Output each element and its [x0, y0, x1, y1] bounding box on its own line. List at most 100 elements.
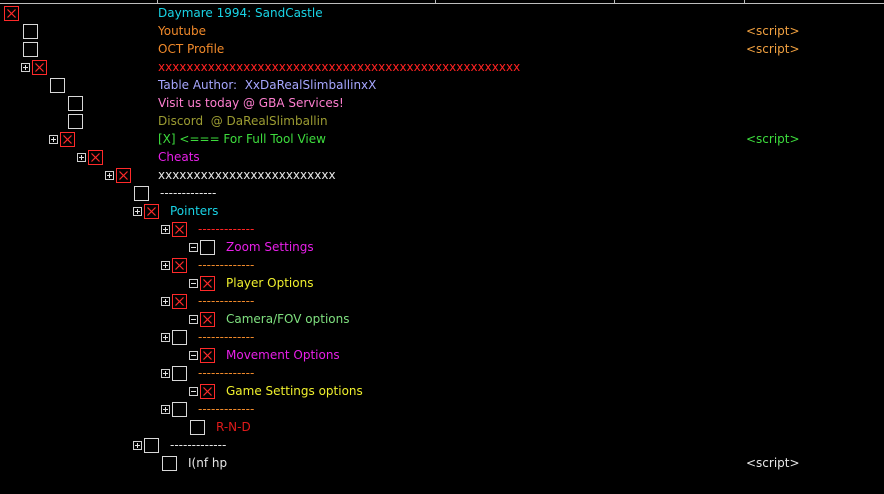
- active-checkbox[interactable]: [23, 42, 38, 57]
- collapse-icon[interactable]: [189, 315, 198, 324]
- table-row[interactable]: -------------: [0, 185, 884, 203]
- expand-icon[interactable]: [161, 261, 170, 270]
- row-description: OCT Profile: [158, 42, 225, 56]
- table-row[interactable]: xxxxxxxxxxxxxxxxxxxxxxxxx: [0, 167, 884, 185]
- script-tag: <script>: [746, 456, 800, 470]
- row-description: xxxxxxxxxxxxxxxxxxxxxxxxxxxxxxxxxxxxxxxx…: [158, 60, 521, 74]
- row-description: -------------: [198, 222, 255, 236]
- active-checkbox[interactable]: [68, 114, 83, 129]
- active-checkbox[interactable]: [88, 150, 103, 165]
- row-description: I(nf hp: [188, 456, 228, 470]
- table-row[interactable]: -------------: [0, 365, 884, 383]
- table-row[interactable]: I(nf hp <script>: [0, 455, 884, 473]
- collapse-icon[interactable]: [189, 387, 198, 396]
- table-row[interactable]: Movement Options: [0, 347, 884, 365]
- collapse-icon[interactable]: [189, 243, 198, 252]
- header-divider[interactable]: [614, 0, 615, 4]
- row-description: -------------: [198, 258, 255, 272]
- row-description: xxxxxxxxxxxxxxxxxxxxxxxxx: [158, 168, 336, 182]
- table-row[interactable]: -------------: [0, 437, 884, 455]
- checked-x-icon: [203, 315, 212, 324]
- row-description: -------------: [198, 402, 255, 416]
- active-checkbox[interactable]: [116, 168, 131, 183]
- table-row[interactable]: -------------: [0, 257, 884, 275]
- active-checkbox[interactable]: [190, 420, 205, 435]
- table-row[interactable]: Pointers: [0, 203, 884, 221]
- row-description: Zoom Settings: [226, 240, 314, 254]
- row-description: -------------: [170, 438, 227, 452]
- row-description: [X] <=== For Full Tool View: [158, 132, 326, 146]
- expand-icon[interactable]: [161, 225, 170, 234]
- active-checkbox[interactable]: [144, 204, 159, 219]
- table-row[interactable]: Daymare 1994: SandCastle: [0, 5, 884, 23]
- expand-icon[interactable]: [49, 135, 58, 144]
- active-checkbox[interactable]: [200, 276, 215, 291]
- active-checkbox[interactable]: [172, 330, 187, 345]
- row-description: Daymare 1994: SandCastle: [158, 6, 323, 20]
- header-divider[interactable]: [435, 0, 436, 4]
- active-checkbox[interactable]: [134, 186, 149, 201]
- expand-icon[interactable]: [161, 333, 170, 342]
- expand-icon[interactable]: [133, 207, 142, 216]
- row-description: Visit us today @ GBA Services!: [158, 96, 344, 110]
- checked-x-icon: [63, 135, 72, 144]
- header-divider[interactable]: [744, 0, 745, 4]
- table-row[interactable]: [X] <=== For Full Tool View <script>: [0, 131, 884, 149]
- active-checkbox[interactable]: [50, 78, 65, 93]
- script-tag: <script>: [746, 42, 800, 56]
- table-row[interactable]: Camera/FOV options: [0, 311, 884, 329]
- table-row[interactable]: Player Options: [0, 275, 884, 293]
- checked-x-icon: [175, 297, 184, 306]
- table-row[interactable]: Table Author: XxDaRealSlimballinxX: [0, 77, 884, 95]
- expand-icon[interactable]: [105, 171, 114, 180]
- expand-icon[interactable]: [21, 63, 30, 72]
- row-description: Movement Options: [226, 348, 340, 362]
- row-description: Table Author: XxDaRealSlimballinxX: [158, 78, 377, 92]
- table-row[interactable]: Visit us today @ GBA Services!: [0, 95, 884, 113]
- table-row[interactable]: -------------: [0, 401, 884, 419]
- active-checkbox[interactable]: [172, 294, 187, 309]
- table-row[interactable]: OCT Profile <script>: [0, 41, 884, 59]
- expand-icon[interactable]: [161, 297, 170, 306]
- active-checkbox[interactable]: [172, 366, 187, 381]
- active-checkbox[interactable]: [172, 258, 187, 273]
- active-checkbox[interactable]: [162, 456, 177, 471]
- expand-icon[interactable]: [161, 369, 170, 378]
- collapse-icon[interactable]: [189, 351, 198, 360]
- active-checkbox[interactable]: [172, 222, 187, 237]
- table-row[interactable]: xxxxxxxxxxxxxxxxxxxxxxxxxxxxxxxxxxxxxxxx…: [0, 59, 884, 77]
- active-checkbox[interactable]: [60, 132, 75, 147]
- row-description: -------------: [198, 294, 255, 308]
- active-checkbox[interactable]: [32, 60, 47, 75]
- table-header: [0, 0, 884, 4]
- active-checkbox[interactable]: [200, 240, 215, 255]
- table-row[interactable]: Game Settings options: [0, 383, 884, 401]
- table-row[interactable]: Zoom Settings: [0, 239, 884, 257]
- checked-x-icon: [175, 225, 184, 234]
- active-checkbox[interactable]: [144, 438, 159, 453]
- table-row[interactable]: -------------: [0, 293, 884, 311]
- active-checkbox[interactable]: [200, 312, 215, 327]
- table-row[interactable]: Cheats: [0, 149, 884, 167]
- checked-x-icon: [175, 261, 184, 270]
- expand-icon[interactable]: [133, 441, 142, 450]
- active-checkbox[interactable]: [200, 348, 215, 363]
- active-checkbox[interactable]: [23, 24, 38, 39]
- table-row[interactable]: Youtube <script>: [0, 23, 884, 41]
- active-checkbox[interactable]: [68, 96, 83, 111]
- active-checkbox[interactable]: [172, 402, 187, 417]
- table-row[interactable]: -------------: [0, 329, 884, 347]
- expand-icon[interactable]: [77, 153, 86, 162]
- table-row[interactable]: Discord @ DaRealSlimballin: [0, 113, 884, 131]
- checked-x-icon: [203, 351, 212, 360]
- row-description: Youtube: [158, 24, 206, 38]
- table-row[interactable]: R-N-D: [0, 419, 884, 437]
- table-row[interactable]: -------------: [0, 221, 884, 239]
- active-checkbox[interactable]: [4, 6, 19, 21]
- active-checkbox[interactable]: [200, 384, 215, 399]
- header-divider[interactable]: [157, 0, 158, 4]
- row-description: -------------: [160, 186, 217, 200]
- row-description: Game Settings options: [226, 384, 363, 398]
- collapse-icon[interactable]: [189, 279, 198, 288]
- expand-icon[interactable]: [161, 405, 170, 414]
